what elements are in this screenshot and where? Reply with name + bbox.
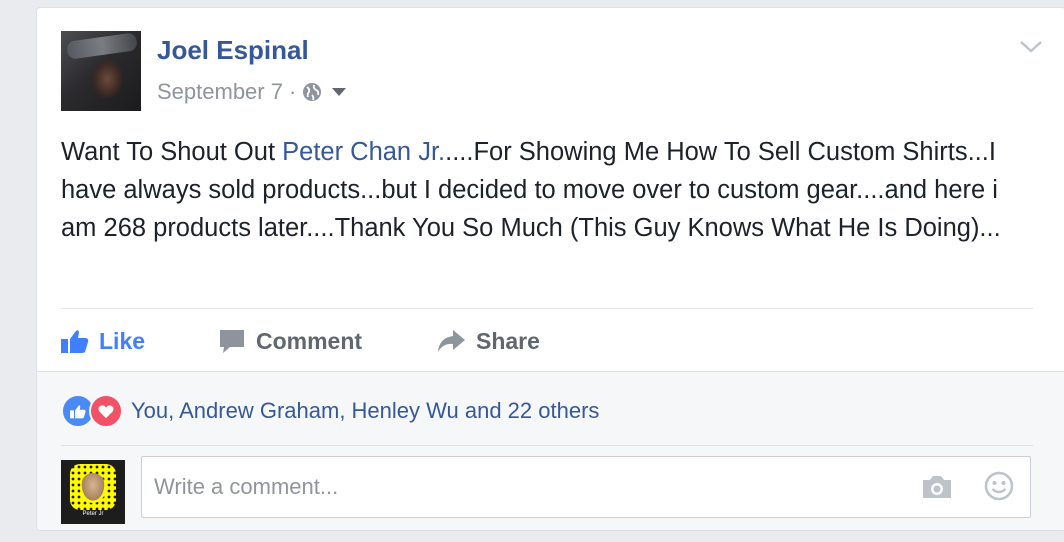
avatar-photo-detail bbox=[66, 32, 138, 60]
share-arrow-icon bbox=[438, 330, 465, 352]
comment-input[interactable] bbox=[142, 457, 902, 517]
meta-separator: · bbox=[288, 79, 297, 104]
commenter-avatar[interactable]: Peter Jr bbox=[61, 460, 125, 524]
share-label: Share bbox=[476, 327, 540, 354]
snapcode-image bbox=[70, 464, 116, 510]
mention-link[interactable]: Peter Chan Jr. bbox=[282, 138, 445, 166]
camera-icon[interactable] bbox=[921, 474, 953, 500]
reactions-text[interactable]: You, Andrew Graham, Henley Wu and 22 oth… bbox=[131, 398, 599, 424]
divider bbox=[61, 308, 1033, 309]
share-button[interactable]: Share bbox=[436, 328, 540, 355]
comment-button[interactable]: Comment bbox=[218, 328, 436, 355]
feedback-section: You, Andrew Graham, Henley Wu and 22 oth… bbox=[37, 371, 1064, 530]
avatar-caption: Peter Jr bbox=[82, 511, 104, 517]
post-date[interactable]: September 7 bbox=[157, 79, 283, 105]
reactions-summary[interactable]: You, Andrew Graham, Henley Wu and 22 oth… bbox=[61, 394, 599, 428]
comment-bubble-icon bbox=[220, 330, 244, 353]
post-card: Joel Espinal September 7 · Want To Shout… bbox=[36, 7, 1064, 531]
like-label: Like bbox=[99, 327, 146, 354]
post-meta: September 7 · bbox=[157, 78, 347, 106]
post-text-start: Want To Shout Out bbox=[61, 138, 283, 166]
author-avatar[interactable] bbox=[61, 31, 141, 111]
emoji-smiley-icon[interactable] bbox=[984, 471, 1014, 501]
post-body: Want To Shout Out Peter Chan Jr.....For … bbox=[61, 133, 1006, 247]
audience-caret-icon[interactable] bbox=[332, 87, 347, 97]
like-button[interactable]: Like bbox=[61, 328, 218, 355]
post-options-chevron-icon[interactable] bbox=[1019, 38, 1043, 56]
divider bbox=[61, 445, 1033, 446]
globe-icon[interactable] bbox=[302, 82, 322, 102]
love-reaction-icon bbox=[89, 394, 123, 428]
thumbs-up-icon bbox=[61, 330, 89, 353]
snapcode-face bbox=[80, 473, 106, 503]
author-name[interactable]: Joel Espinal bbox=[157, 35, 309, 66]
post-action-bar: Like Comment Share bbox=[61, 321, 540, 361]
comment-label: Comment bbox=[256, 327, 363, 354]
comment-composer[interactable] bbox=[141, 456, 1031, 518]
